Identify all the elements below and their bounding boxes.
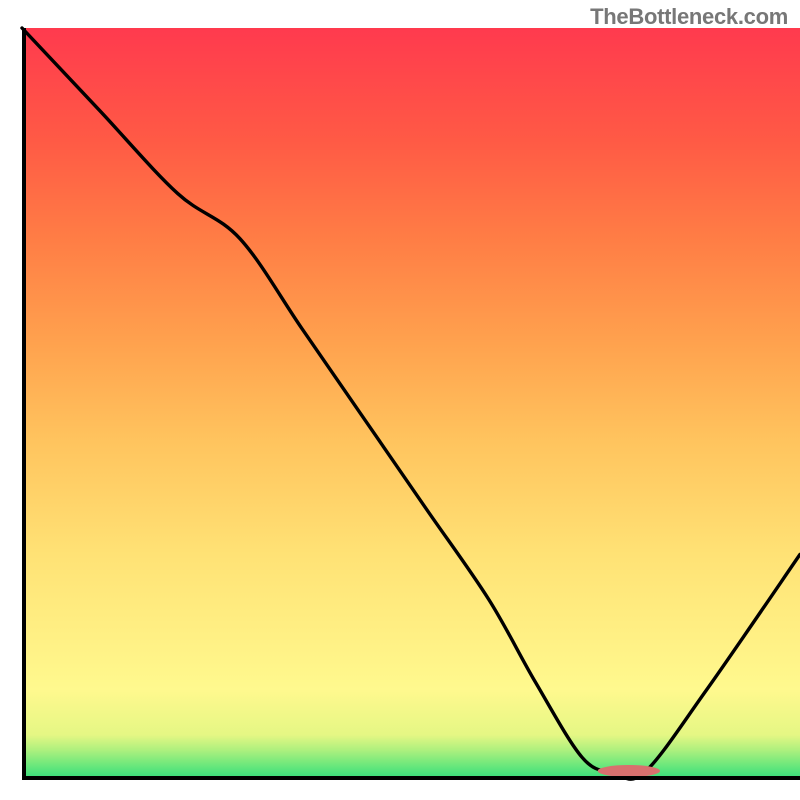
x-axis [22, 776, 800, 780]
watermark-text: TheBottleneck.com [590, 4, 788, 30]
curve-layer [22, 28, 800, 780]
plot-inner [22, 28, 800, 780]
y-axis [22, 28, 26, 780]
bottleneck-curve [22, 28, 800, 779]
chart-frame: TheBottleneck.com [0, 0, 800, 800]
plot-area [22, 28, 800, 780]
